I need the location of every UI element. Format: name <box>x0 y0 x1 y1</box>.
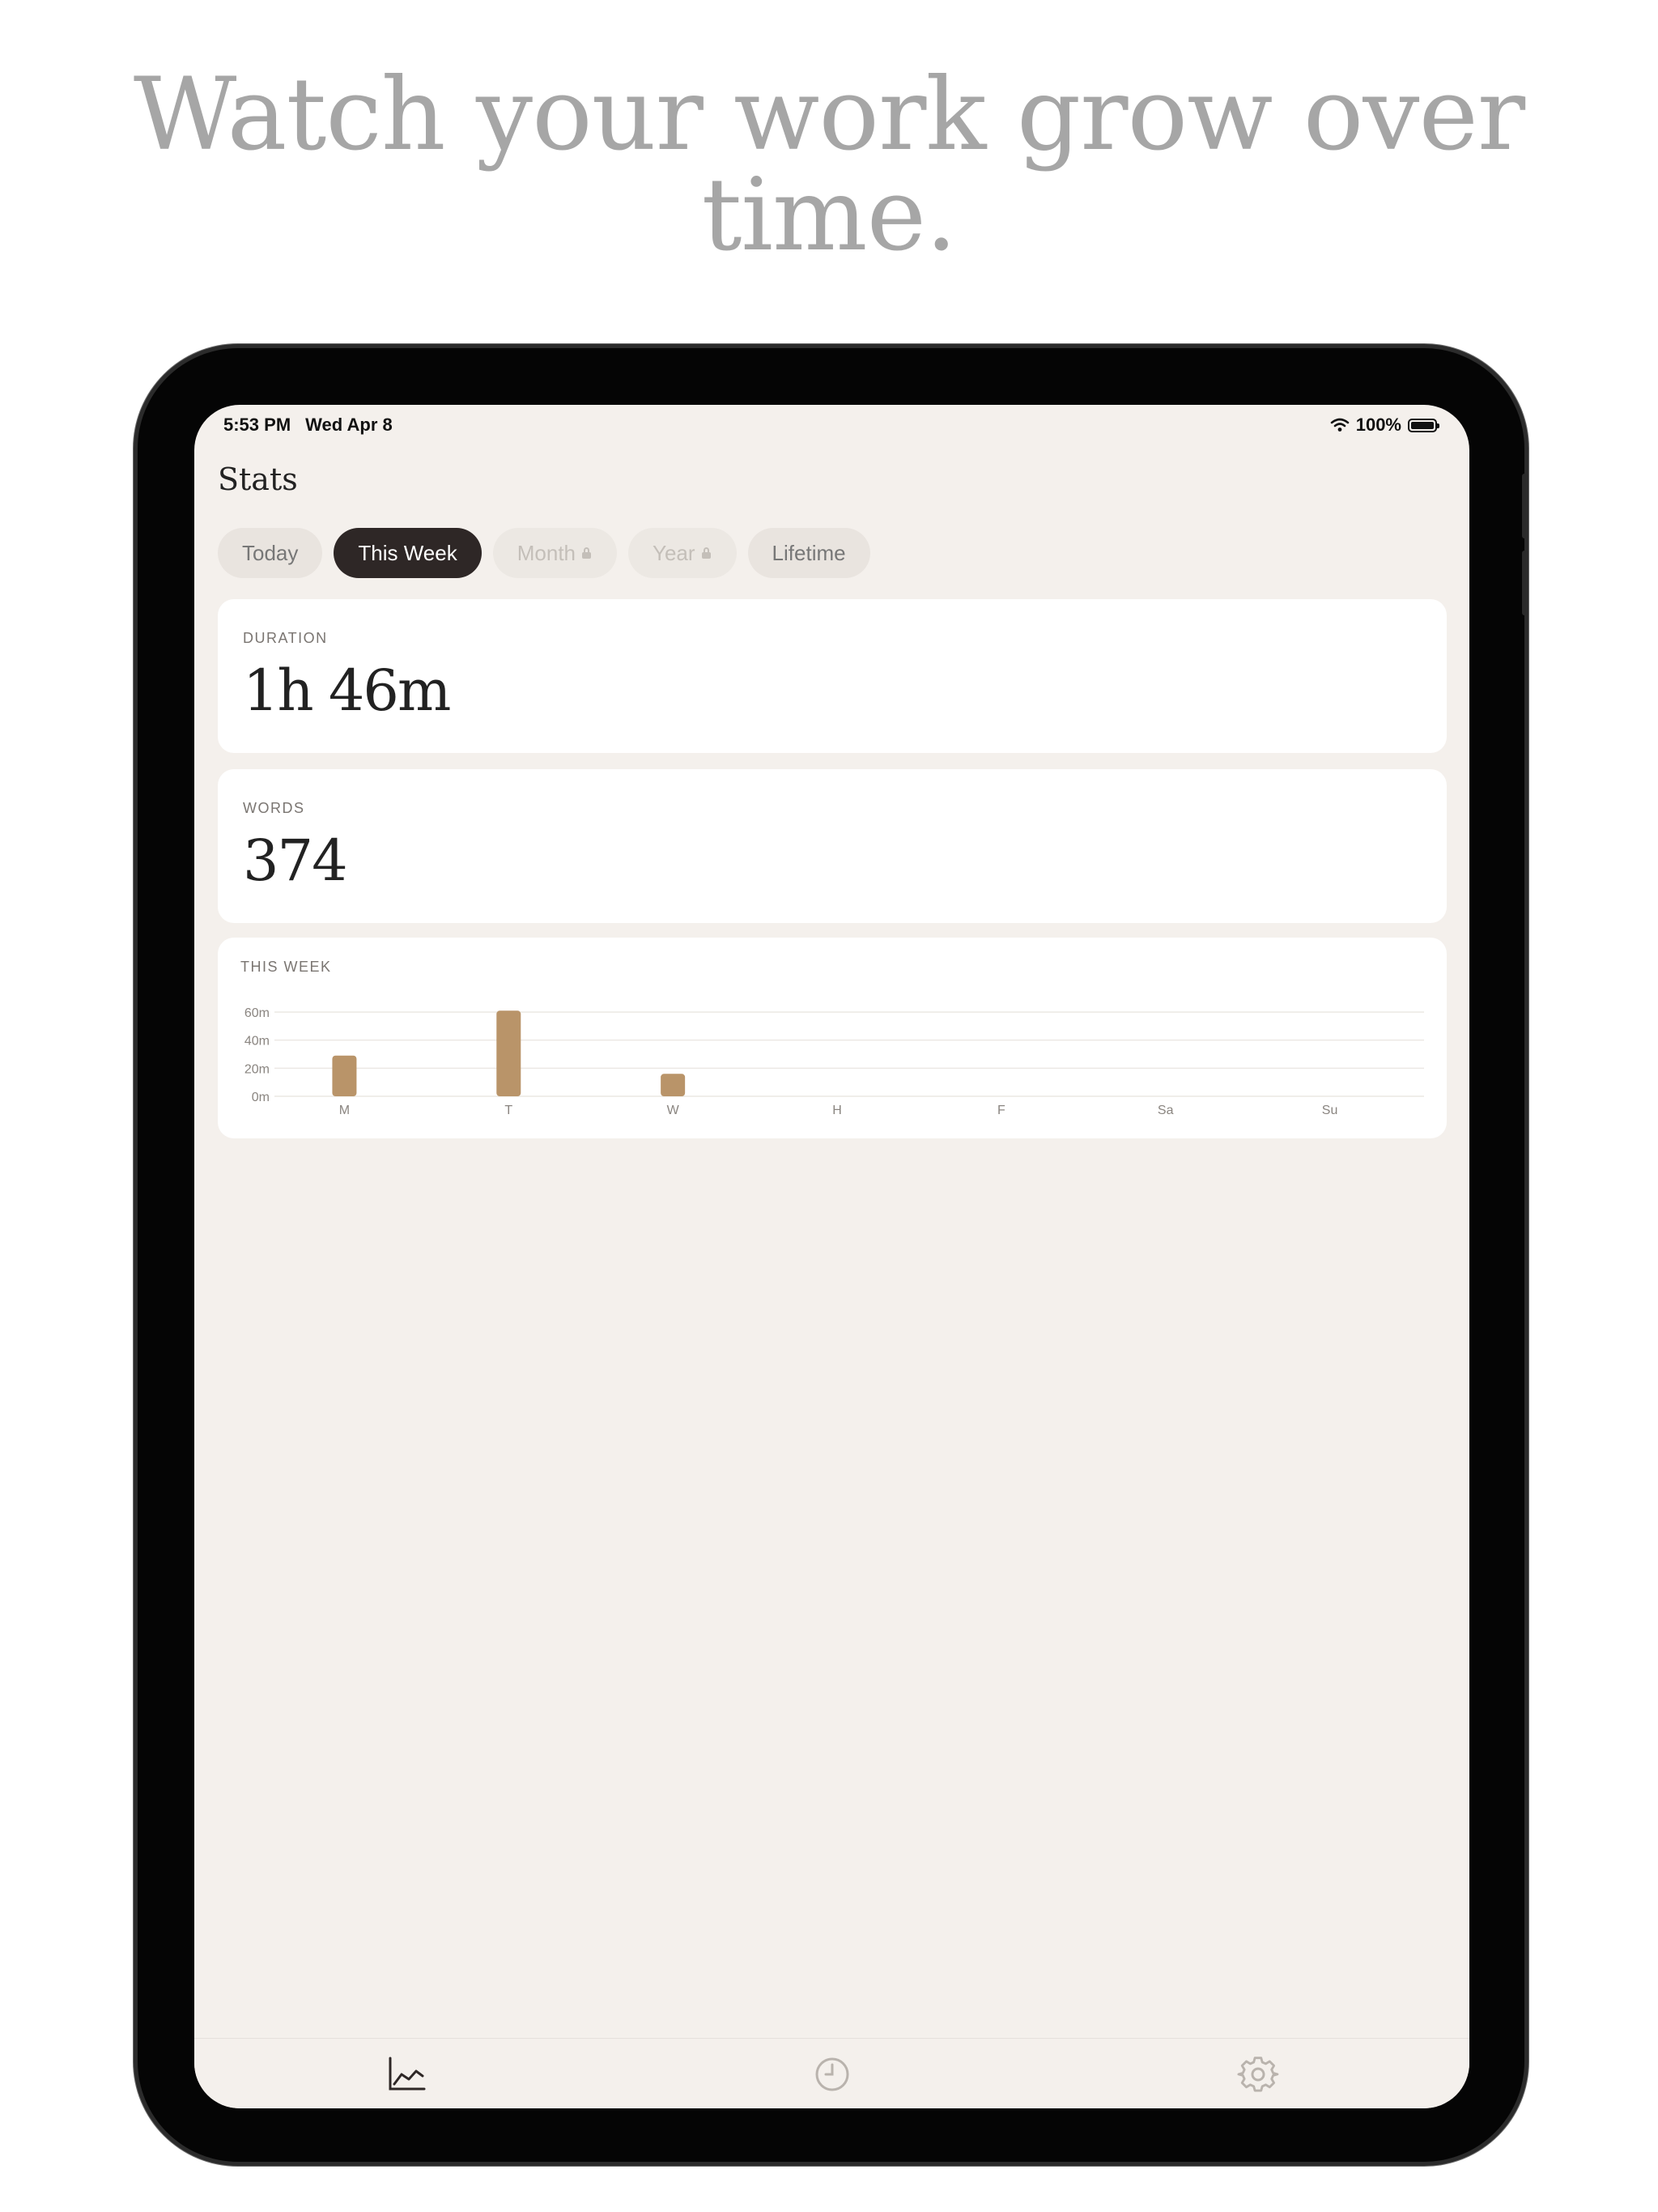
x-tick-label: Su <box>1322 1104 1338 1117</box>
volume-up-button <box>1522 474 1528 538</box>
words-label: WORDS <box>243 800 305 816</box>
chart-line-icon[interactable] <box>385 2053 427 2095</box>
segment-this-week[interactable]: This Week <box>334 528 482 578</box>
page-title: Stats <box>218 462 298 497</box>
segment-year[interactable]: Year <box>628 528 737 578</box>
segment-label: Year <box>653 540 695 565</box>
words-value: 374 <box>243 827 348 894</box>
clock-icon[interactable] <box>811 2053 853 2095</box>
headline-line-2: time. <box>701 157 958 274</box>
volume-down-button <box>1522 551 1528 615</box>
duration-value: 1h 46m <box>243 657 451 724</box>
words-card: WORDS 374 <box>218 769 1447 923</box>
headline-line-1: Watch your work grow over <box>133 57 1525 173</box>
lock-icon <box>701 547 712 559</box>
lock-icon <box>582 547 593 559</box>
chart-bar-m <box>332 1055 357 1096</box>
battery-icon <box>1408 418 1439 432</box>
segment-lifetime[interactable]: Lifetime <box>747 528 870 578</box>
segment-label: Month <box>517 540 576 565</box>
segment-label: This Week <box>358 540 457 565</box>
x-tick-label: W <box>667 1104 680 1117</box>
headline: Watch your work grow over time. <box>0 65 1658 266</box>
status-bar: 5:53 PM Wed Apr 8 100% <box>194 405 1469 445</box>
segment-month[interactable]: Month <box>492 528 617 578</box>
x-tick-label: Sa <box>1158 1104 1174 1117</box>
weekly-chart-card: THIS WEEK 0m 20m 40m 60m M T W H F Sa Su <box>218 938 1447 1138</box>
status-date: Wed Apr 8 <box>305 415 393 435</box>
status-time: 5:53 PM <box>223 415 291 435</box>
y-tick-label: 60m <box>244 1006 270 1020</box>
chart-bar-w <box>661 1074 686 1096</box>
x-tick-label: F <box>997 1104 1005 1117</box>
y-tick-label: 40m <box>244 1035 270 1049</box>
gear-icon[interactable] <box>1237 2053 1279 2095</box>
x-tick-label: H <box>832 1104 842 1117</box>
x-tick-label: M <box>339 1104 350 1117</box>
segment-label: Lifetime <box>772 540 846 565</box>
battery-percent: 100% <box>1355 415 1401 435</box>
segment-label: Today <box>242 540 299 565</box>
wifi-icon <box>1330 418 1350 432</box>
duration-label: DURATION <box>243 630 328 646</box>
x-tick-label: T <box>504 1104 512 1117</box>
segment-today[interactable]: Today <box>218 528 323 578</box>
tablet-screen: 5:53 PM Wed Apr 8 100% Stats Today This … <box>194 405 1469 2108</box>
duration-card: DURATION 1h 46m <box>218 599 1447 753</box>
y-tick-label: 0m <box>252 1091 270 1104</box>
weekly-bar-chart: 0m 20m 40m 60m M T W H F Sa Su <box>244 1006 1424 1117</box>
chart-bar-t <box>496 1010 521 1096</box>
y-tick-label: 20m <box>244 1062 270 1076</box>
tab-bar <box>194 2038 1469 2108</box>
period-segmented-control: Today This Week Month Year Lifetime <box>218 528 870 578</box>
